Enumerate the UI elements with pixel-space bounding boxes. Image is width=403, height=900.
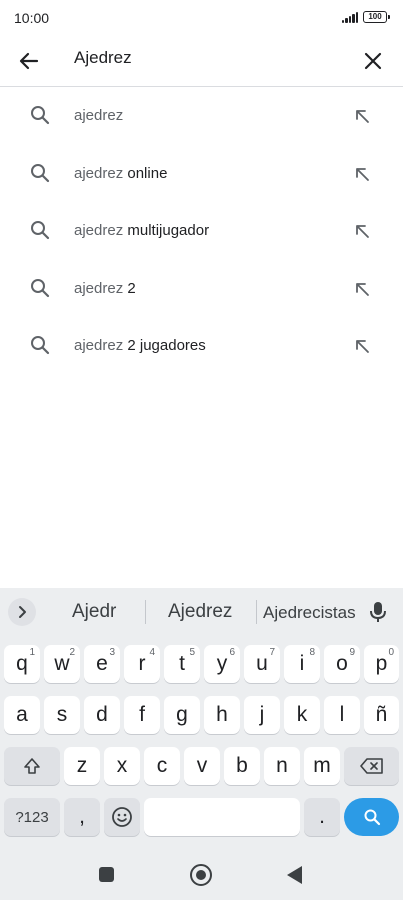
emoji-icon <box>112 807 132 827</box>
key-m[interactable]: m <box>304 747 340 785</box>
symbols-key[interactable]: ?123 <box>4 798 60 836</box>
emoji-key[interactable] <box>104 798 140 836</box>
key-g[interactable]: g <box>164 696 200 734</box>
suggestion-item[interactable]: ajedrez multijugador <box>0 202 403 260</box>
arrow-up-left-icon[interactable] <box>351 105 373 127</box>
suggestion-item[interactable]: ajedrez 2 jugadores <box>0 317 403 375</box>
key-q[interactable]: q1 <box>4 645 40 683</box>
key-z[interactable]: z <box>64 747 100 785</box>
key-k[interactable]: k <box>284 696 320 734</box>
search-icon <box>31 163 50 182</box>
chevron-right-icon <box>19 606 26 618</box>
suggestion-text: ajedrez multijugador <box>74 222 210 239</box>
arrow-up-left-icon[interactable] <box>351 163 373 185</box>
search-icon <box>31 221 50 240</box>
suggestion-item[interactable]: ajedrez online <box>0 145 403 203</box>
key-r[interactable]: r4 <box>124 645 160 683</box>
key-o[interactable]: o9 <box>324 645 360 683</box>
navigation-bar <box>0 850 403 900</box>
status-icons: 100 <box>341 11 390 23</box>
period-key[interactable]: . <box>304 798 340 836</box>
arrow-left-icon <box>19 52 39 70</box>
suggestion-text: ajedrez 2 jugadores <box>74 337 206 354</box>
key-e[interactable]: e3 <box>84 645 120 683</box>
key-a[interactable]: a <box>4 696 40 734</box>
keyboard-suggestion-strip: Ajedr Ajedrez Ajedrecistas <box>0 588 403 636</box>
key-w[interactable]: w2 <box>44 645 80 683</box>
suggestion-text: ajedrez 2 <box>74 279 136 297</box>
microphone-icon[interactable] <box>367 600 389 624</box>
key-n-tilde[interactable]: ñ <box>364 696 399 734</box>
search-submit-key[interactable] <box>344 798 399 836</box>
key-v[interactable]: v <box>184 747 220 785</box>
search-bar <box>0 36 403 87</box>
strip-suggestion-3[interactable]: Ajedrecistas <box>263 603 356 623</box>
nav-back-button[interactable] <box>287 866 302 884</box>
search-icon <box>31 336 50 355</box>
recents-button[interactable] <box>99 867 114 882</box>
search-icon <box>364 809 380 826</box>
battery-icon: 100 <box>363 11 390 23</box>
status-bar: 10:00 100 <box>0 0 403 36</box>
strip-divider <box>145 600 146 624</box>
strip-suggestion-2[interactable]: Ajedrez <box>168 601 232 623</box>
search-icon <box>31 106 50 125</box>
key-b[interactable]: b <box>224 747 260 785</box>
signal-icon <box>341 11 358 23</box>
arrow-up-left-icon[interactable] <box>351 278 373 300</box>
comma-key[interactable]: , <box>64 798 100 836</box>
home-button[interactable] <box>190 864 212 886</box>
key-t[interactable]: t5 <box>164 645 200 683</box>
clear-search-button[interactable] <box>357 45 389 77</box>
key-x[interactable]: x <box>104 747 140 785</box>
suggestion-item[interactable]: ajedrez 2 <box>0 260 403 318</box>
key-j[interactable]: j <box>244 696 280 734</box>
key-i[interactable]: i8 <box>284 645 320 683</box>
arrow-up-left-icon[interactable] <box>351 335 373 357</box>
search-icon <box>31 278 50 297</box>
back-button[interactable] <box>13 45 45 77</box>
suggestion-text: ajedrez <box>74 107 124 124</box>
shift-arrow-icon <box>24 758 40 774</box>
strip-divider <box>256 600 257 624</box>
suggestion-item[interactable]: ajedrez <box>0 87 403 145</box>
key-s[interactable]: s <box>44 696 80 734</box>
key-h[interactable]: h <box>204 696 240 734</box>
space-key[interactable] <box>144 798 300 836</box>
key-p[interactable]: p0 <box>364 645 399 683</box>
key-d[interactable]: d <box>84 696 120 734</box>
status-time: 10:00 <box>14 10 50 26</box>
backspace-icon <box>359 758 383 774</box>
close-icon <box>364 52 382 70</box>
suggestion-list: ajedrez ajedrez online ajedrez multijuga… <box>0 87 403 375</box>
backspace-key[interactable] <box>344 747 399 785</box>
key-c[interactable]: c <box>144 747 180 785</box>
key-y[interactable]: y6 <box>204 645 240 683</box>
key-u[interactable]: u7 <box>244 645 280 683</box>
shift-key[interactable] <box>4 747 60 785</box>
key-f[interactable]: f <box>124 696 160 734</box>
key-l[interactable]: l <box>324 696 360 734</box>
search-input[interactable] <box>74 48 334 68</box>
key-n[interactable]: n <box>264 747 300 785</box>
suggestion-text: ajedrez online <box>74 164 168 182</box>
arrow-up-left-icon[interactable] <box>351 220 373 242</box>
expand-toolbar-button[interactable] <box>8 598 36 626</box>
strip-suggestion-1[interactable]: Ajedr <box>72 601 116 623</box>
